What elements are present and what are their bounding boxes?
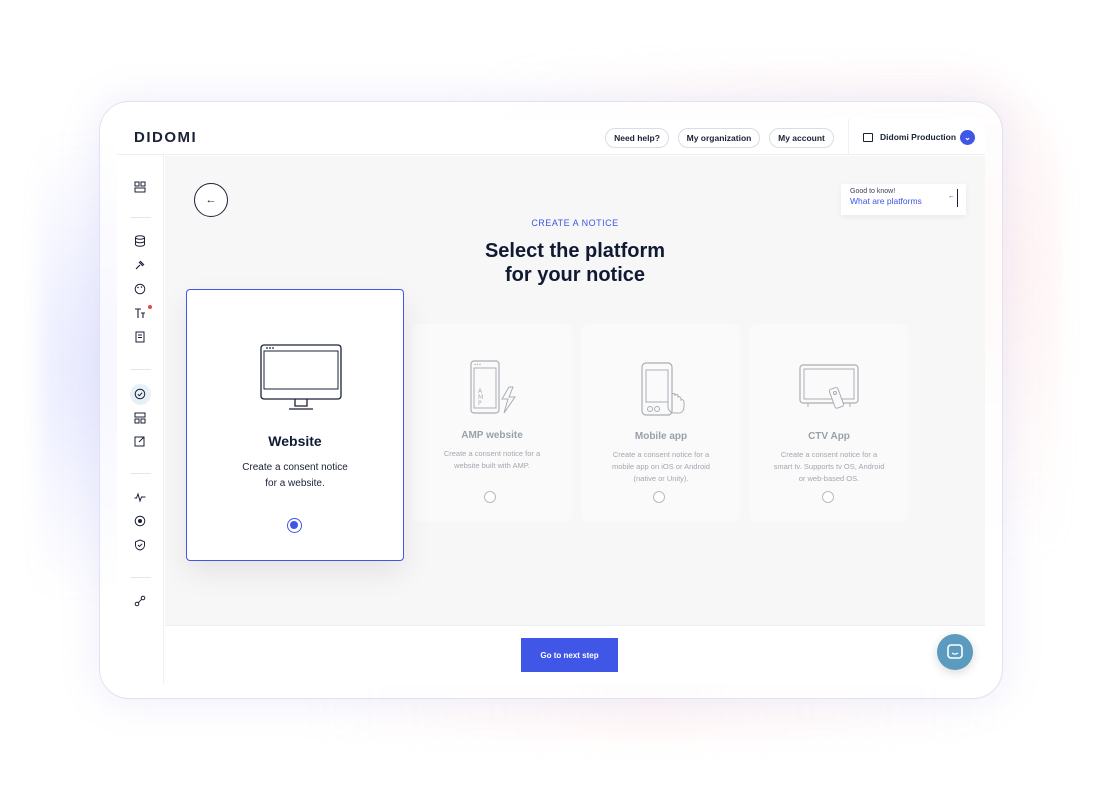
arrow-left-icon: ← xyxy=(205,194,217,206)
page-eyebrow: CREATE A NOTICE xyxy=(531,218,619,228)
need-help-button[interactable]: Need help? xyxy=(605,128,669,148)
top-bar: DIDOMI Need help? My organization My acc… xyxy=(117,119,985,155)
sidebar-divider xyxy=(130,217,151,218)
sidebar-divider xyxy=(130,473,151,474)
palette-icon[interactable] xyxy=(134,283,146,295)
platform-radio[interactable] xyxy=(653,491,665,503)
footer-bar: Go to next step xyxy=(165,625,985,684)
platform-name: CTV App xyxy=(808,431,850,442)
page-title: Select the platform for your notice xyxy=(165,239,985,287)
my-organization-button[interactable]: My organization xyxy=(678,128,760,148)
platform-name: Website xyxy=(268,433,322,449)
platform-radio-selected[interactable] xyxy=(287,518,302,533)
check-circle-icon[interactable] xyxy=(134,388,146,400)
platform-description: Create a consent notice for a mobile app… xyxy=(612,450,710,483)
workspace-selector[interactable]: Didomi Production ⌄ xyxy=(848,119,985,155)
amp-phone-icon: A M P xyxy=(470,360,516,414)
platform-description: Create a consent notice for a smart tv. … xyxy=(773,450,885,483)
platform-card-website[interactable]: Website Create a consent notice for a we… xyxy=(186,289,404,561)
sidebar xyxy=(117,155,164,684)
layout-icon[interactable] xyxy=(134,412,146,424)
monitor-icon xyxy=(260,344,342,410)
dashboard-icon[interactable] xyxy=(134,181,146,193)
platform-description: Create a consent notice for a website bu… xyxy=(443,449,541,470)
integrations-icon[interactable] xyxy=(134,595,146,607)
chevron-down-icon[interactable]: ⌄ xyxy=(960,130,975,145)
platform-card-ctv[interactable]: CTV App Create a consent notice for a sm… xyxy=(750,324,908,522)
chat-icon xyxy=(947,644,963,659)
record-icon[interactable] xyxy=(134,515,146,527)
edit-icon[interactable] xyxy=(134,435,146,447)
platform-radio[interactable] xyxy=(822,491,834,503)
tv-remote-icon xyxy=(799,364,859,409)
analytics-icon[interactable] xyxy=(134,491,146,503)
platform-card-amp[interactable]: A M P AMP website Create a consent notic… xyxy=(412,324,572,522)
platform-radio[interactable] xyxy=(484,491,496,503)
platform-name: Mobile app xyxy=(634,431,688,442)
sidebar-divider xyxy=(130,369,151,370)
shield-icon[interactable] xyxy=(134,539,146,551)
notification-dot xyxy=(148,305,152,309)
platform-description: Create a consent notice for a website. xyxy=(242,462,348,489)
app-window: DIDOMI Need help? My organization My acc… xyxy=(117,119,985,684)
platform-name: AMP website xyxy=(461,430,523,441)
sidebar-divider xyxy=(130,577,151,578)
text-icon[interactable] xyxy=(134,307,146,319)
collapse-bar xyxy=(957,189,958,207)
my-account-button[interactable]: My account xyxy=(769,128,834,148)
workspace-name: Didomi Production xyxy=(880,132,957,142)
next-step-button[interactable]: Go to next step xyxy=(521,638,618,672)
page-title-line-1: Select the platform xyxy=(484,240,666,262)
platform-card-mobile[interactable]: Mobile app Create a consent notice for a… xyxy=(582,324,740,522)
chat-launcher-button[interactable] xyxy=(937,634,973,670)
page-title-line-2: for your notice xyxy=(504,264,645,286)
document-icon[interactable] xyxy=(134,331,146,343)
good-to-know-tip[interactable]: Good to know! What are platforms ← xyxy=(841,184,966,215)
back-button[interactable]: ← xyxy=(194,183,228,217)
gavel-icon[interactable] xyxy=(134,259,146,271)
monitor-icon xyxy=(863,132,873,142)
arrow-left-icon: ← xyxy=(948,193,955,200)
logo: DIDOMI xyxy=(134,129,198,146)
svg-text:P: P xyxy=(478,400,482,407)
database-icon[interactable] xyxy=(134,235,146,247)
phone-hand-icon xyxy=(641,362,685,416)
